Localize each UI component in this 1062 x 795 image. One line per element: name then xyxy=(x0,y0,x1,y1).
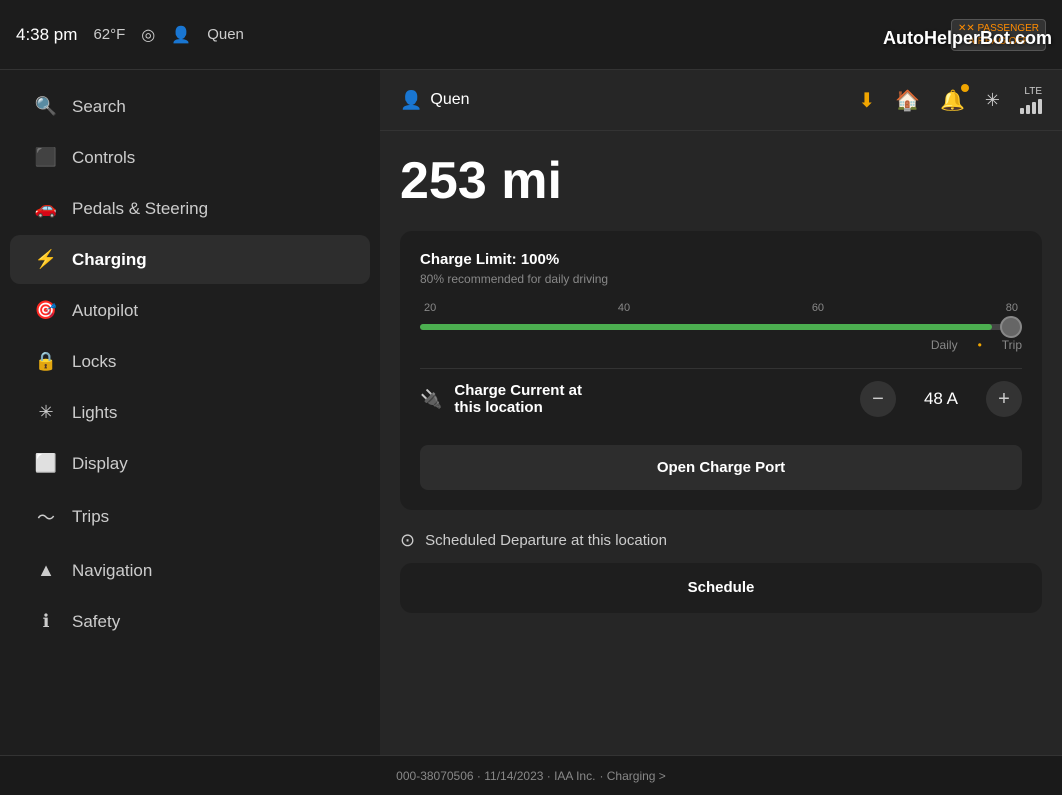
sidebar-label-lights: Lights xyxy=(72,403,117,423)
schedule-section: Schedule xyxy=(400,563,1042,613)
main-user-name: Quen xyxy=(430,91,469,109)
status-temperature: 62°F xyxy=(93,26,125,43)
navigation-icon: ▲ xyxy=(34,560,58,581)
garage-icon[interactable]: 🏠 xyxy=(895,88,920,113)
display-icon: ⬜ xyxy=(34,453,58,474)
charge-current-control: − 48 A + xyxy=(860,381,1022,417)
increase-charge-button[interactable]: + xyxy=(986,381,1022,417)
slider-mark-80: 80 xyxy=(1006,302,1018,314)
charge-limit-label: Charge Limit: 100% xyxy=(420,251,1022,268)
status-time: 4:38 pm xyxy=(16,25,77,45)
status-user-name: Quen xyxy=(207,26,244,43)
sidebar-item-controls[interactable]: ⬛ Controls xyxy=(10,133,370,182)
watermark: AutoHelperBot.com xyxy=(883,28,1052,49)
download-icon[interactable]: ⬇ xyxy=(858,88,875,113)
trips-icon: 〜 xyxy=(34,504,58,530)
sidebar-label-locks: Locks xyxy=(72,352,116,372)
sidebar-label-autopilot: Autopilot xyxy=(72,301,138,321)
sidebar-label-display: Display xyxy=(72,454,128,474)
slider-marks: 20 40 60 80 xyxy=(420,302,1022,314)
sidebar-item-search[interactable]: 🔍 Search xyxy=(10,82,370,131)
status-user-icon: 👤 xyxy=(171,25,191,45)
safety-icon: ℹ xyxy=(34,611,58,632)
sidebar-item-trips[interactable]: 〜 Trips xyxy=(10,490,370,544)
open-charge-port-button[interactable]: Open Charge Port xyxy=(420,445,1022,490)
slider-fill xyxy=(420,324,992,330)
schedule-button[interactable]: Schedule xyxy=(688,579,755,596)
slider-labels: Daily • Trip xyxy=(420,338,1022,352)
sidebar-label-trips: Trips xyxy=(72,507,109,527)
sidebar-item-display[interactable]: ⬜ Display xyxy=(10,439,370,488)
charge-slider-container[interactable] xyxy=(420,324,1022,330)
sidebar-item-locks[interactable]: 🔒 Locks xyxy=(10,337,370,386)
main-content: 👤 Quen ⬇ 🏠 🔔 ✳ LTE 253 mi xyxy=(380,70,1062,755)
slider-mark-60: 60 xyxy=(812,302,824,314)
sidebar-label-navigation: Navigation xyxy=(72,561,152,581)
charge-card: Charge Limit: 100% 80% recommended for d… xyxy=(400,231,1042,510)
autopilot-icon: 🎯 xyxy=(34,300,58,321)
sidebar-label-search: Search xyxy=(72,97,126,117)
main-user-icon: 👤 xyxy=(400,90,422,111)
daily-label: Daily xyxy=(931,338,958,352)
daily-dot-icon: • xyxy=(978,338,982,352)
charge-current-label: Charge Current at this location xyxy=(454,382,860,416)
range-section: 253 mi xyxy=(380,131,1062,231)
slider-mark-20: 20 xyxy=(424,302,436,314)
sidebar-item-navigation[interactable]: ▲ Navigation xyxy=(10,546,370,595)
main-header: 👤 Quen ⬇ 🏠 🔔 ✳ LTE xyxy=(380,70,1062,131)
charge-current-value: 48 A xyxy=(916,389,966,409)
sidebar-label-pedals: Pedals & Steering xyxy=(72,199,208,219)
decrease-charge-button[interactable]: − xyxy=(860,381,896,417)
plug-icon: 🔌 xyxy=(420,389,442,410)
sidebar-label-safety: Safety xyxy=(72,612,120,632)
slider-thumb xyxy=(1000,316,1022,338)
pedals-icon: 🚗 xyxy=(34,198,58,219)
footer: 000-38070506 · 11/14/2023 · IAA Inc. · C… xyxy=(0,755,1062,795)
scheduled-departure-section: ⊙ Scheduled Departure at this location xyxy=(400,530,1042,551)
range-value: 253 mi xyxy=(400,151,1042,211)
open-charge-port-section: Open Charge Port xyxy=(420,429,1022,490)
sidebar: 🔍 Search ⬛ Controls 🚗 Pedals & Steering … xyxy=(0,70,380,755)
search-icon: 🔍 xyxy=(34,96,58,117)
sidebar-item-safety[interactable]: ℹ Safety xyxy=(10,597,370,646)
sidebar-item-charging[interactable]: ⚡ Charging xyxy=(10,235,370,284)
scheduled-departure-label: Scheduled Departure at this location xyxy=(425,532,667,549)
controls-icon: ⬛ xyxy=(34,147,58,168)
charging-icon: ⚡ xyxy=(34,249,58,270)
footer-text: 000-38070506 · 11/14/2023 · IAA Inc. xyxy=(396,769,595,783)
sidebar-item-pedals[interactable]: 🚗 Pedals & Steering xyxy=(10,184,370,233)
charge-current-section: 🔌 Charge Current at this location − 48 A… xyxy=(420,368,1022,429)
footer-charging-text: · Charging > xyxy=(599,769,665,783)
location-icon: ◎ xyxy=(141,25,155,45)
slider-mark-40: 40 xyxy=(618,302,630,314)
trip-label: Trip xyxy=(1002,338,1022,352)
lte-indicator: LTE xyxy=(1020,86,1042,114)
charge-recommendation: 80% recommended for daily driving xyxy=(420,272,1022,286)
sidebar-label-controls: Controls xyxy=(72,148,135,168)
sidebar-item-autopilot[interactable]: 🎯 Autopilot xyxy=(10,286,370,335)
lights-icon: ✳ xyxy=(34,402,58,423)
slider-track xyxy=(420,324,1022,330)
sidebar-label-charging: Charging xyxy=(72,250,147,270)
bell-icon[interactable]: 🔔 xyxy=(940,88,965,113)
bluetooth-icon[interactable]: ✳ xyxy=(985,90,1000,111)
sidebar-item-lights[interactable]: ✳ Lights xyxy=(10,388,370,437)
lock-icon: 🔒 xyxy=(34,351,58,372)
clock-icon: ⊙ xyxy=(400,530,415,551)
